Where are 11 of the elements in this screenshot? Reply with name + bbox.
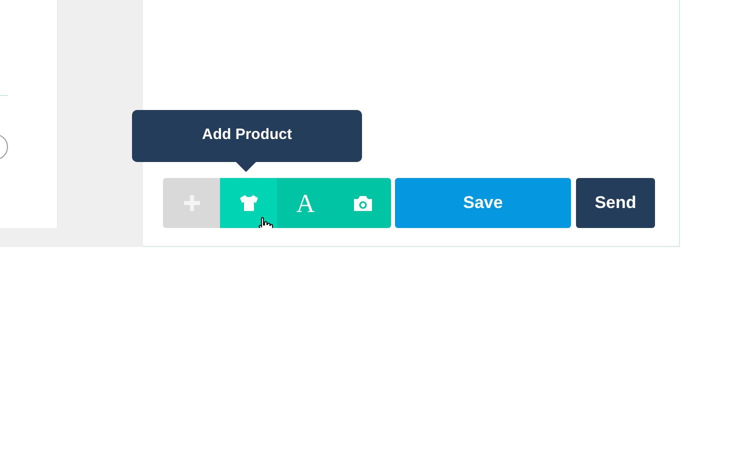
save-button[interactable]: Save — [395, 178, 571, 228]
send-button[interactable]: Send — [576, 178, 655, 228]
tooltip: Add Product — [132, 110, 362, 162]
tooltip-pointer — [236, 162, 256, 172]
add-photo-button[interactable] — [334, 178, 391, 228]
t-shirt-icon — [238, 194, 258, 212]
add-button[interactable] — [163, 178, 220, 228]
add-text-button[interactable]: A — [277, 178, 334, 228]
plus-icon — [182, 194, 200, 212]
camera-icon — [352, 194, 372, 212]
add-product-button[interactable] — [220, 178, 277, 228]
